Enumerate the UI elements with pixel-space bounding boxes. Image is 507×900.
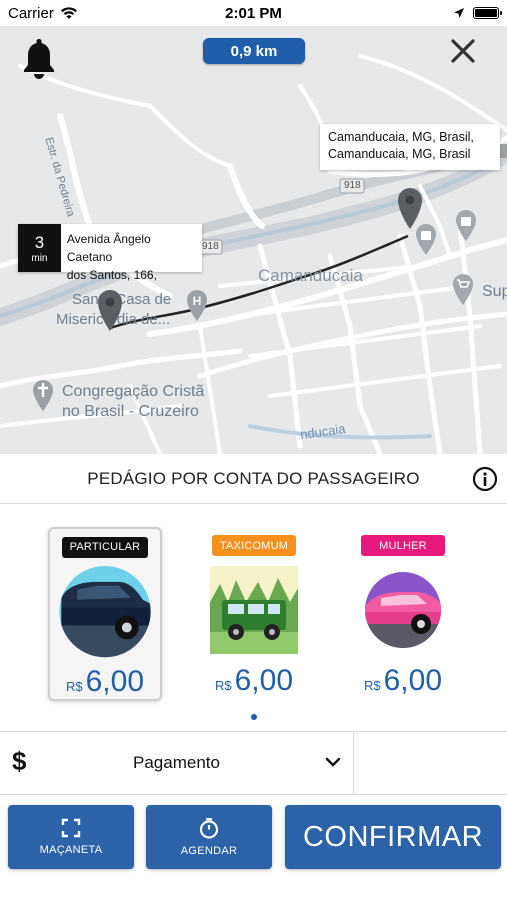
ride-request-screen: Carrier 2:01 PM Estr. da Pedreira 918 91… <box>0 0 507 900</box>
origin-address: Avenida Ângelo Caetano dos Santos, 166, <box>61 224 202 282</box>
close-icon[interactable] <box>448 36 478 66</box>
eta-unit: min <box>31 252 48 264</box>
toll-notice-text: PEDÁGIO POR CONTA DO PASSAGEIRO <box>87 468 420 488</box>
category-card-taxicomum[interactable]: TAXICOMUM R$ 6,00 <box>197 527 311 701</box>
status-right <box>453 7 502 19</box>
origin-line1: Avenida Ângelo Caetano <box>66 232 151 264</box>
price-amount: 6,00 <box>383 664 442 697</box>
category-badge: TAXICOMUM <box>211 535 297 556</box>
payment-label: Pagamento <box>133 753 220 772</box>
payment-extra-field[interactable] <box>354 732 507 794</box>
chevron-down-icon <box>325 757 341 767</box>
destination-pin-icon <box>398 188 422 229</box>
eta-value: 3 <box>34 232 45 252</box>
category-price: R$ 6,00 <box>66 665 144 699</box>
notification-bell-icon[interactable] <box>20 36 58 80</box>
origin-callout[interactable]: 3 min Avenida Ângelo Caetano dos Santos,… <box>18 224 202 282</box>
place-super-label: Sup <box>482 283 507 300</box>
pink-car-icon <box>365 572 441 648</box>
category-price: R$ 6,00 <box>215 664 293 698</box>
confirm-button-label: CONFIRMAR <box>302 820 484 853</box>
status-bar: Carrier 2:01 PM <box>0 0 507 26</box>
dollar-icon: $ <box>12 746 27 776</box>
green-jeep-icon <box>210 566 298 654</box>
carrier-label: Carrier <box>8 4 54 22</box>
handle-button-label: MAÇANETA <box>39 844 103 856</box>
eta-box: 3 min <box>18 224 61 272</box>
payment-row: $ Pagamento <box>0 731 507 795</box>
action-bar: MAÇANETA AGENDAR CONFIRMAR <box>0 796 507 900</box>
shop-poi-icon-2 <box>456 210 476 241</box>
category-badge: MULHER <box>361 535 445 556</box>
destination-line1: Camanducaia, MG, Brasil, <box>328 130 474 144</box>
price-amount: 6,00 <box>85 665 144 698</box>
toll-notice-bar: PEDÁGIO POR CONTA DO PASSAGEIRO <box>0 454 507 504</box>
route-shield-918-a: 918 <box>344 180 361 191</box>
handle-button[interactable]: MAÇANETA <box>8 805 134 869</box>
schedule-button-label: AGENDAR <box>180 845 238 857</box>
destination-line2: Camanducaia, MG, Brasil <box>328 147 471 161</box>
place-congregacao-line2: no Brasil - Cruzeiro <box>62 403 199 420</box>
price-currency: R$ <box>214 678 232 693</box>
origin-pin-icon <box>98 290 122 331</box>
church-poi-icon <box>33 380 53 411</box>
wifi-icon <box>60 7 77 19</box>
cart-poi-icon <box>453 274 473 305</box>
category-badge: PARTICULAR <box>61 537 149 558</box>
svg-text:H: H <box>193 294 202 308</box>
route-shield-918-b: 918 <box>202 241 219 252</box>
status-left: Carrier <box>8 5 78 22</box>
destination-callout[interactable]: Camanducaia, MG, Brasil, Camanducaia, MG… <box>320 124 500 170</box>
dark-car-icon <box>59 565 151 658</box>
category-price: R$ 6,00 <box>364 664 442 698</box>
expand-corners-icon <box>61 818 81 838</box>
price-currency: R$ <box>65 679 83 694</box>
carousel-page-indicator <box>251 714 257 720</box>
distance-badge: 0,9 km <box>203 38 305 64</box>
vehicle-category-carousel[interactable]: PARTICULAR R$ 6,00 TAXICOMUM R$ 6,00 MUL… <box>0 505 507 730</box>
category-card-particular[interactable]: PARTICULAR R$ 6,00 <box>48 527 162 701</box>
city-label: Camanducaia <box>258 266 363 285</box>
hospital-poi-icon: H <box>187 290 207 321</box>
info-icon[interactable] <box>472 466 498 492</box>
origin-line2: dos Santos, 166, <box>66 268 157 282</box>
location-arrow-icon <box>454 8 464 18</box>
schedule-button[interactable]: AGENDAR <box>146 805 272 869</box>
category-card-mulher[interactable]: MULHER R$ 6,00 <box>346 527 460 701</box>
map-view[interactable]: Estr. da Pedreira 918 918 Camanducaia Sa… <box>0 26 507 454</box>
confirm-button[interactable]: CONFIRMAR <box>285 805 501 869</box>
price-amount: 6,00 <box>234 664 293 697</box>
price-currency: R$ <box>363 678 381 693</box>
place-congregacao-line1: Congregação Cristã <box>62 383 205 400</box>
battery-icon <box>473 7 502 19</box>
stopwatch-icon <box>199 818 219 839</box>
payment-selector[interactable]: $ Pagamento <box>0 732 354 794</box>
